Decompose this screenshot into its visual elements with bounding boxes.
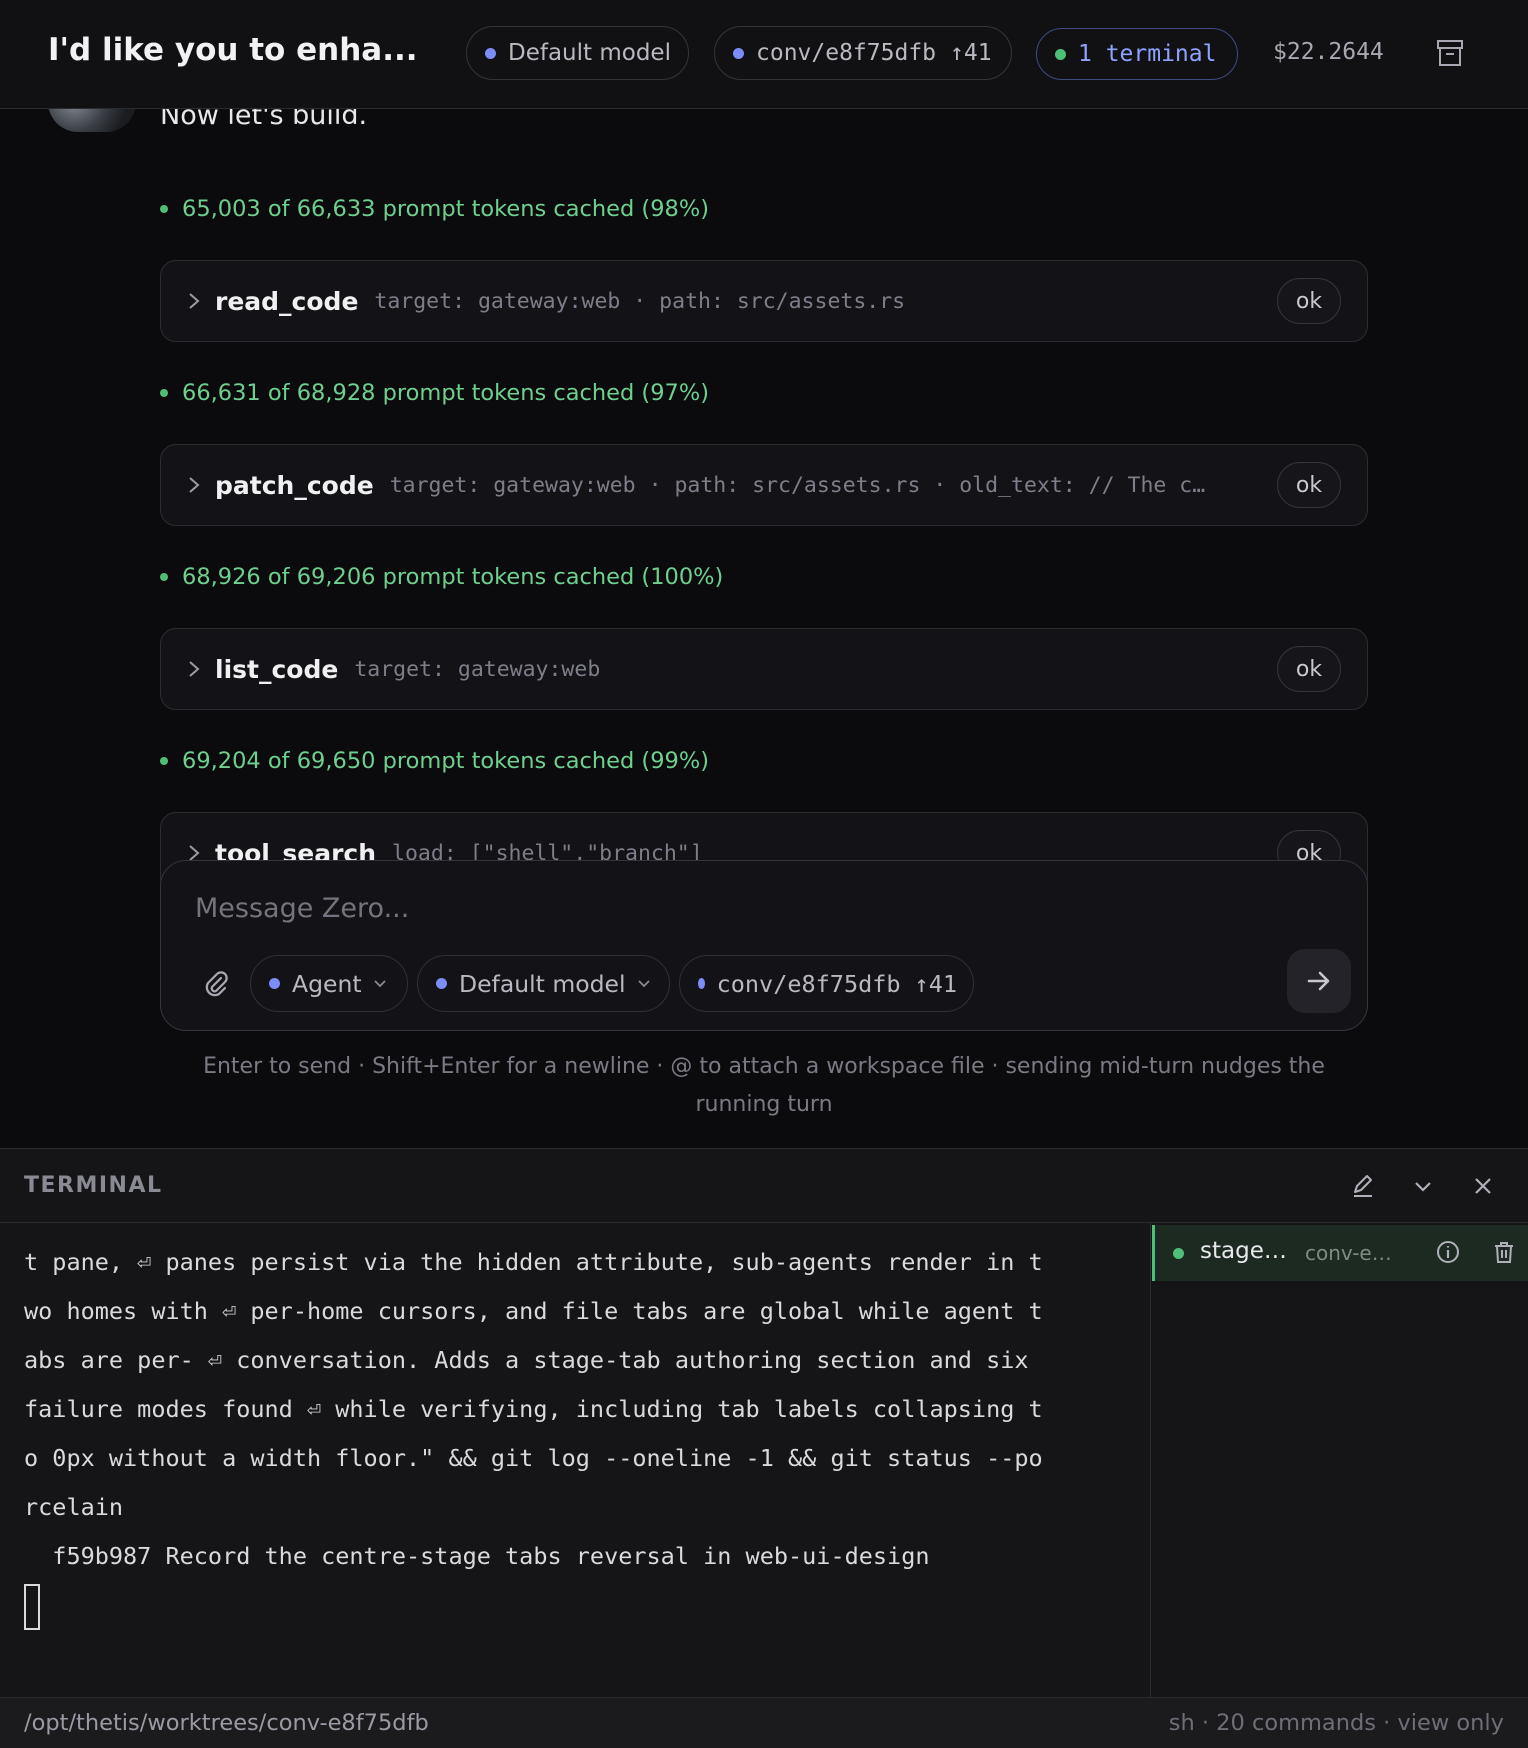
cache-text: 65,003 of 66,633 prompt tokens cached (9… (182, 196, 710, 222)
chevron-down-icon[interactable] (1410, 1173, 1436, 1199)
terminal-output-line: o 0px without a width floor." && git log… (24, 1444, 1043, 1472)
composer-hint: Enter to send · Shift+Enter for a newlin… (203, 1054, 1325, 1117)
edit-icon[interactable] (1350, 1173, 1376, 1199)
terminal-pill[interactable]: 1 terminal (1036, 28, 1238, 80)
working-directory: /opt/thetis/worktrees/conv-e8f75dfb (24, 1710, 429, 1736)
model-pill[interactable]: Default model (466, 26, 689, 80)
chevron-down-icon (637, 979, 650, 987)
conversation-count: ↑41 (950, 40, 992, 66)
tool-args: target: gateway:web · path: src/assets.r… (374, 288, 906, 314)
model-select[interactable]: Default model (417, 955, 670, 1012)
status-dot-icon (1055, 48, 1066, 60)
model-label: Default model (459, 969, 626, 998)
cache-text: 69,204 of 69,650 prompt tokens cached (9… (182, 748, 710, 774)
tool-name: patch_code (215, 470, 374, 500)
chat-panel: Now let's build. 65,003 of 66,633 prompt… (0, 0, 1528, 1148)
chevron-right-icon (189, 477, 200, 493)
close-icon[interactable] (1470, 1173, 1496, 1199)
arrow-right-icon (1307, 971, 1330, 991)
status-dot-icon (160, 573, 168, 581)
status-dot-icon (698, 978, 705, 989)
terminal-count-label: 1 terminal (1078, 41, 1217, 67)
archive-icon[interactable] (1436, 38, 1464, 68)
cache-status: 66,631 of 68,928 prompt tokens cached (9… (160, 380, 709, 406)
cache-status: 68,926 of 69,206 prompt tokens cached (1… (160, 564, 723, 590)
cache-text: 66,631 of 68,928 prompt tokens cached (9… (182, 380, 710, 406)
status-dot-icon (160, 389, 168, 397)
terminal-status-bar: /opt/thetis/worktrees/conv-e8f75dfb sh ·… (0, 1697, 1528, 1748)
cache-status: 65,003 of 66,633 prompt tokens cached (9… (160, 196, 709, 222)
tool-name: list_code (215, 654, 339, 684)
tool-call-read-code[interactable]: read_code target: gateway:web · path: sr… (160, 260, 1368, 342)
tool-call-list-code[interactable]: list_code target: gateway:web ok (160, 628, 1368, 710)
terminal-title: TERMINAL (24, 1173, 163, 1198)
agent-mode-label: Agent (292, 969, 362, 998)
status-dot-icon (733, 47, 744, 59)
terminal-session-item[interactable]: stage… conv-e… (1152, 1225, 1528, 1281)
tool-call-patch-code[interactable]: patch_code target: gateway:web · path: s… (160, 444, 1368, 526)
tool-name: read_code (215, 286, 359, 316)
terminal-output-line: rcelain (24, 1493, 124, 1521)
message-input[interactable]: Message Zero... (195, 893, 409, 924)
model-label: Default model (508, 40, 671, 66)
status-badge: ok (1277, 462, 1341, 508)
chevron-down-icon (373, 979, 386, 987)
status-dot-icon (485, 47, 496, 59)
top-bar: I'd like you to enha... Default model co… (0, 0, 1528, 109)
status-dot-icon (160, 757, 168, 765)
paperclip-icon[interactable] (201, 969, 231, 999)
cache-text: 68,926 of 69,206 prompt tokens cached (1… (182, 564, 724, 590)
status-dot-icon (160, 205, 168, 213)
conversation-count: ↑41 (914, 969, 957, 998)
terminal-output-line: f59b987 Record the centre-stage tabs rev… (24, 1542, 930, 1570)
chevron-right-icon (189, 661, 200, 677)
conversation-branch-pill[interactable]: conv/e8f75dfb ↑41 (679, 955, 974, 1012)
session-conversation: conv-e… (1305, 1241, 1392, 1265)
cache-status: 69,204 of 69,650 prompt tokens cached (9… (160, 748, 709, 774)
status-dot-icon (269, 978, 280, 989)
page-title: I'd like you to enha... (48, 32, 418, 68)
trash-icon[interactable] (1491, 1239, 1517, 1265)
terminal-cursor[interactable] (24, 1584, 40, 1630)
agent-mode-select[interactable]: Agent (250, 955, 408, 1012)
terminal-session-list: stage… conv-e… (1150, 1223, 1528, 1697)
tool-args: target: gateway:web · path: src/assets.r… (389, 472, 1206, 498)
message-composer[interactable]: Message Zero... Agent Default model conv… (160, 860, 1368, 1031)
status-badge: ok (1277, 278, 1341, 324)
status-dot-icon (1173, 1248, 1184, 1259)
terminal-output-line: t pane, ⏎ panes persist via the hidden a… (24, 1248, 1043, 1276)
session-name: stage… (1200, 1238, 1287, 1264)
tool-args: target: gateway:web (354, 656, 601, 682)
conversation-label: conv/e8f75dfb (756, 40, 937, 66)
terminal-output-line: wo homes with ⏎ per-home cursors, and fi… (24, 1297, 1043, 1325)
status-dot-icon (436, 978, 447, 989)
cost-label: $22.2644 (1273, 39, 1384, 65)
terminal-stats: sh · 20 commands · view only (1168, 1710, 1504, 1736)
chevron-right-icon (189, 293, 200, 309)
terminal-output-line: failure modes found ⏎ while verifying, i… (24, 1395, 1043, 1423)
terminal-output-line: abs are per- ⏎ conversation. Adds a stag… (24, 1346, 1029, 1374)
conversation-pill[interactable]: conv/e8f75dfb ↑41 (714, 26, 1012, 80)
conversation-label: conv/e8f75dfb (716, 969, 901, 998)
terminal-header: TERMINAL (0, 1149, 1528, 1223)
info-icon[interactable] (1435, 1239, 1461, 1265)
send-button[interactable] (1287, 949, 1351, 1013)
status-badge: ok (1277, 646, 1341, 692)
